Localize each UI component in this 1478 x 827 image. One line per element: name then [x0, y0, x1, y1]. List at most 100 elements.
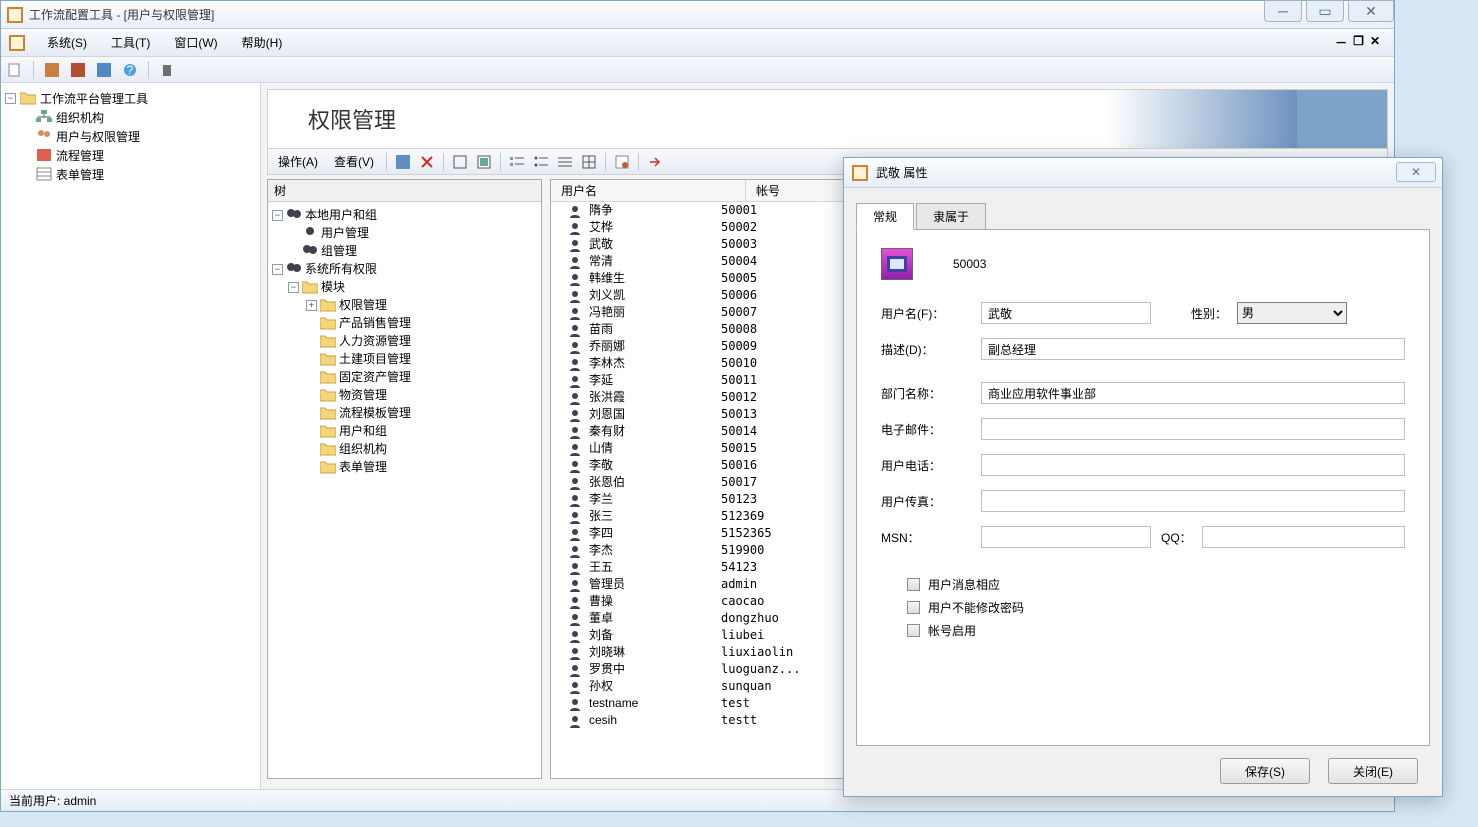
tp-module-item[interactable]: 固定资产管理: [272, 368, 537, 386]
page-title: 权限管理: [308, 103, 396, 135]
ct-list-icon-3[interactable]: [557, 154, 573, 170]
input-msn[interactable]: [981, 526, 1151, 548]
col-username[interactable]: 用户名: [551, 180, 746, 201]
tree-item-userperm[interactable]: 用户与权限管理: [5, 127, 256, 146]
input-dept[interactable]: [981, 382, 1405, 404]
tp-local[interactable]: −本地用户和组: [272, 206, 537, 224]
row-email: 电子邮件：: [881, 418, 1405, 440]
minimize-button[interactable]: ─: [1264, 0, 1302, 22]
input-username[interactable]: [981, 302, 1151, 324]
ct-view[interactable]: 查看(V): [330, 151, 378, 172]
main-toolbar: ?: [1, 57, 1394, 83]
tab-strip: 常规 隶属于: [856, 202, 1430, 229]
mdi-restore[interactable]: ❐: [1353, 34, 1364, 51]
ct-icon-3[interactable]: [476, 154, 492, 170]
mdi-controls: － ❐ ✕: [1335, 34, 1386, 51]
row-phone: 用户电话：: [881, 454, 1405, 476]
tp-perm[interactable]: −系统所有权限: [272, 260, 537, 278]
dialog-body: 常规 隶属于 50003 用户名(F)： 性别： 男 描述(D)： 部门名称：: [844, 188, 1442, 796]
mdi-close[interactable]: ✕: [1370, 34, 1380, 51]
tp-module-item[interactable]: +权限管理: [272, 296, 537, 314]
ct-list-icon-2[interactable]: [533, 154, 549, 170]
help-icon[interactable]: ?: [122, 62, 138, 78]
tab-memberof[interactable]: 隶属于: [916, 203, 986, 230]
input-fax[interactable]: [981, 490, 1405, 512]
input-phone[interactable]: [981, 454, 1405, 476]
tree-root[interactable]: − 工作流平台管理工具: [5, 89, 256, 108]
lbl-dept: 部门名称：: [881, 385, 971, 402]
current-user: 当前用户: admin: [9, 794, 96, 808]
chk-row-msg[interactable]: 用户消息相应: [907, 576, 1405, 593]
input-desc[interactable]: [981, 338, 1405, 360]
lbl-desc: 描述(D)：: [881, 341, 971, 358]
permission-tree-panel: 树 −本地用户和组 用户管理 组管理 −系统所有权限 −模块 +权限管理产品销售…: [267, 179, 542, 779]
tree-panel-header: 树: [268, 180, 541, 202]
tp-module-item[interactable]: 产品销售管理: [272, 314, 537, 332]
chk-row-pwd[interactable]: 用户不能修改密码: [907, 599, 1405, 616]
maximize-button[interactable]: ▭: [1306, 0, 1344, 22]
titlebar: 工作流配置工具 - [用户与权限管理] ─ ▭ ✕: [1, 1, 1394, 29]
tp-module-item[interactable]: 用户和组: [272, 422, 537, 440]
ct-list-icon-1[interactable]: [509, 154, 525, 170]
checkbox-icon[interactable]: [907, 624, 920, 637]
input-email[interactable]: [981, 418, 1405, 440]
tree-root-label: 工作流平台管理工具: [40, 90, 148, 107]
row-fax: 用户传真：: [881, 490, 1405, 512]
ct-delete-icon[interactable]: [419, 154, 435, 170]
menu-window[interactable]: 窗口(W): [164, 30, 227, 55]
menu-tools[interactable]: 工具(T): [101, 30, 160, 55]
tp-module-item[interactable]: 物资管理: [272, 386, 537, 404]
chk-row-enable[interactable]: 帐号启用: [907, 622, 1405, 639]
close-button[interactable]: 关闭(E): [1328, 758, 1418, 784]
new-icon[interactable]: [7, 62, 23, 78]
lbl-qq: QQ：: [1161, 529, 1192, 546]
lbl-phone: 用户电话：: [881, 457, 971, 474]
menu-system[interactable]: 系统(S): [37, 30, 97, 55]
ct-icon-1[interactable]: [395, 154, 411, 170]
close-button[interactable]: ✕: [1348, 0, 1394, 22]
tp-module-item[interactable]: 流程模板管理: [272, 404, 537, 422]
collapse-icon[interactable]: −: [288, 282, 299, 293]
separator: [148, 61, 149, 79]
ct-grid-icon[interactable]: [581, 154, 597, 170]
tree-item-flow[interactable]: 流程管理: [5, 146, 256, 165]
tool-icon-2[interactable]: [70, 62, 86, 78]
checkbox-icon[interactable]: [907, 601, 920, 614]
ct-icon-2[interactable]: [452, 154, 468, 170]
window-controls: ─ ▭ ✕: [1260, 0, 1394, 22]
save-button[interactable]: 保存(S): [1220, 758, 1310, 784]
tp-module-item[interactable]: 人力资源管理: [272, 332, 537, 350]
menubar: 系统(S) 工具(T) 窗口(W) 帮助(H) － ❐ ✕: [1, 29, 1394, 57]
account-value: 50003: [953, 257, 986, 271]
tool-icon-1[interactable]: [44, 62, 60, 78]
tree-item-org[interactable]: 组织机构: [5, 108, 256, 127]
tool-icon-3[interactable]: [96, 62, 112, 78]
tp-groupmgmt[interactable]: 组管理: [272, 242, 537, 260]
delete-icon[interactable]: [159, 62, 175, 78]
checkbox-icon[interactable]: [907, 578, 920, 591]
lbl-username: 用户名(F)：: [881, 305, 971, 322]
tp-module-item[interactable]: 表单管理: [272, 458, 537, 476]
input-qq[interactable]: [1202, 526, 1405, 548]
profile-header: 50003: [881, 248, 1405, 280]
tp-module-item[interactable]: 土建项目管理: [272, 350, 537, 368]
tp-usermgmt[interactable]: 用户管理: [272, 224, 537, 242]
tp-module-item[interactable]: 组织机构: [272, 440, 537, 458]
tree-item-form[interactable]: 表单管理: [5, 165, 256, 184]
tab-general[interactable]: 常规: [856, 203, 914, 230]
dialog-close-button[interactable]: ✕: [1396, 162, 1436, 182]
collapse-icon[interactable]: −: [272, 264, 283, 275]
tab-content: 50003 用户名(F)： 性别： 男 描述(D)： 部门名称： 电子邮件：: [856, 229, 1430, 746]
mdi-minimize[interactable]: －: [1335, 34, 1347, 51]
banner-image: [1107, 90, 1387, 148]
svg-text:?: ?: [127, 63, 134, 77]
expand-icon[interactable]: −: [5, 93, 16, 104]
collapse-icon[interactable]: −: [272, 210, 283, 221]
tp-module[interactable]: −模块: [272, 278, 537, 296]
ct-export-icon[interactable]: [647, 154, 663, 170]
expand-icon[interactable]: +: [306, 300, 317, 311]
menu-help[interactable]: 帮助(H): [232, 30, 293, 55]
ct-prop-icon[interactable]: [614, 154, 630, 170]
ct-operate[interactable]: 操作(A): [274, 151, 322, 172]
select-gender[interactable]: 男: [1237, 302, 1347, 324]
